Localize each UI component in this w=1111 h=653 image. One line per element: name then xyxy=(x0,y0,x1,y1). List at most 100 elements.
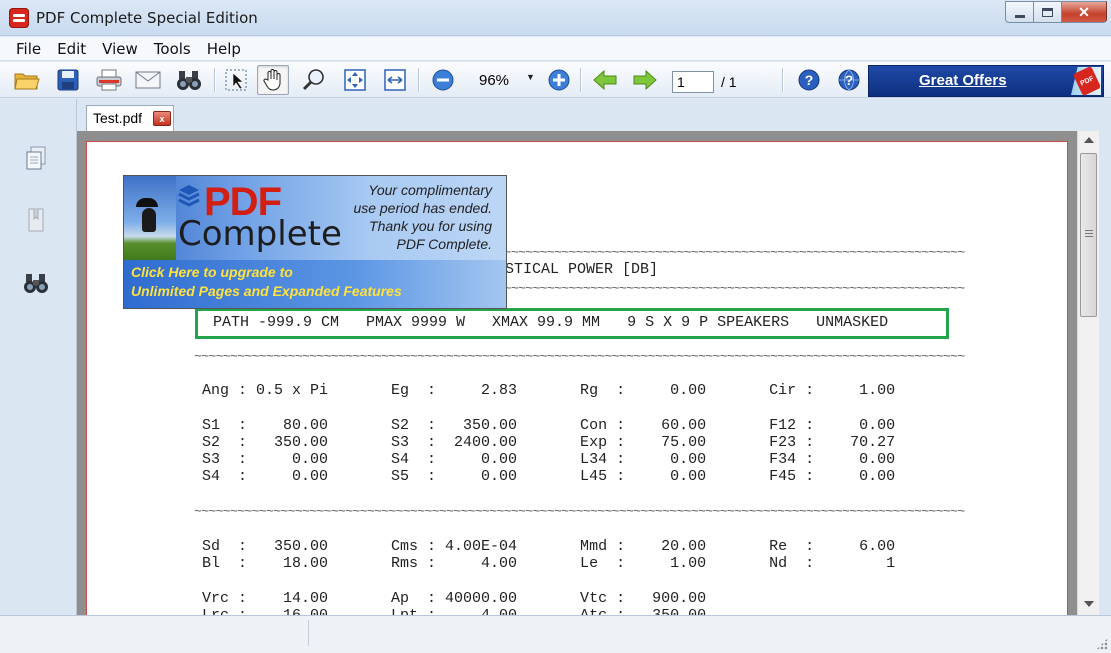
help-globe-icon: ? xyxy=(838,69,860,91)
menu-file[interactable]: File xyxy=(8,40,49,58)
printer-icon xyxy=(96,69,122,91)
tab-close-button[interactable]: x xyxy=(153,111,171,126)
heading-fragment: USTICAL POWER [DB] xyxy=(496,261,659,278)
data-row: Ang : 0.5 x Pi Eg : 2.83 Rg : 0.00 Cir :… xyxy=(202,382,896,399)
page-number-input[interactable] xyxy=(672,71,714,93)
data-row: S1 : 80.00 S2 : 350.00 Con : 60.00 F12 :… xyxy=(202,417,896,434)
menu-view[interactable]: View xyxy=(94,40,146,58)
folder-icon xyxy=(14,73,40,90)
help-icon: ? xyxy=(798,69,820,91)
menu-tools[interactable]: Tools xyxy=(146,40,199,58)
great-offers-button[interactable]: Great Offers PDF xyxy=(868,65,1104,97)
status-bar xyxy=(0,615,1111,653)
online-help-button[interactable]: ? xyxy=(833,65,865,95)
magnifier-icon xyxy=(302,69,324,91)
zoom-out-button[interactable] xyxy=(427,65,459,95)
promo-message-line: PDF Complete. xyxy=(396,236,492,252)
scroll-up-arrow-icon[interactable] xyxy=(1084,137,1094,143)
tilde-divider: ~~~~~~~~~~~~~~~~~~~~~~~~~~~~~~~~~~~~~~~~… xyxy=(194,351,965,363)
svg-text:?: ? xyxy=(845,72,854,88)
next-page-button[interactable] xyxy=(629,65,661,95)
floppy-disk-icon xyxy=(57,69,79,91)
arrow-right-icon xyxy=(633,69,657,91)
binoculars-icon xyxy=(177,71,201,90)
status-divider xyxy=(308,620,309,646)
select-text-button[interactable] xyxy=(220,65,252,95)
hand-tool-button[interactable] xyxy=(257,65,289,95)
email-button[interactable] xyxy=(132,65,164,95)
promo-message-line: Thank you for using xyxy=(369,218,492,234)
maximize-button[interactable] xyxy=(1033,1,1061,23)
toolbar-separator xyxy=(418,68,419,92)
zoom-dropdown-icon[interactable]: ▼ xyxy=(526,72,535,82)
pdf-complete-logo-icon xyxy=(178,185,200,207)
page-total: / 1 xyxy=(721,74,737,90)
print-button[interactable] xyxy=(93,65,125,95)
minus-circle-icon xyxy=(432,69,454,91)
umbrella-icon xyxy=(136,198,158,207)
navigation-panel xyxy=(0,99,77,615)
fit-page-icon xyxy=(344,69,366,91)
data-row: Vrc : 14.00 Ap : 40000.00 Vtc : 900.00 xyxy=(202,590,707,607)
save-button[interactable] xyxy=(52,65,84,95)
promo-photo xyxy=(124,176,176,260)
bookmark-icon xyxy=(28,208,44,232)
zoom-in-button[interactable] xyxy=(543,65,575,95)
promo-message-line: Your complimentary xyxy=(368,182,492,198)
resize-grip-icon[interactable] xyxy=(1096,638,1108,650)
vertical-scrollbar[interactable] xyxy=(1077,131,1099,615)
search-panel-button[interactable] xyxy=(22,269,50,297)
hand-icon xyxy=(263,69,281,91)
upgrade-link[interactable]: Click Here to upgrade to Unlimited Pages… xyxy=(131,263,402,301)
pages-icon xyxy=(26,146,46,170)
great-offers-label: Great Offers xyxy=(919,72,1007,89)
menu-bar: File Edit View Tools Help xyxy=(0,37,1111,61)
menu-help[interactable]: Help xyxy=(199,40,249,58)
data-row: S4 : 0.00 S5 : 0.00 L45 : 0.00 F45 : 0.0… xyxy=(202,468,896,485)
grip-line xyxy=(1085,233,1093,234)
data-row: S2 : 350.00 S3 : 2400.00 Exp : 75.00 F23… xyxy=(202,434,896,451)
pages-panel-button[interactable] xyxy=(22,145,50,173)
document-tab-strip: Test.pdf x xyxy=(77,99,1111,131)
maximize-icon xyxy=(1042,7,1053,17)
text-select-icon xyxy=(225,69,247,91)
upgrade-promo-banner[interactable]: PDF Complete Your complimentary use peri… xyxy=(123,175,507,309)
window-controls: ✕ xyxy=(1005,1,1107,23)
fit-width-button[interactable] xyxy=(379,65,411,95)
fit-page-button[interactable] xyxy=(339,65,371,95)
arrow-left-icon xyxy=(593,69,617,91)
close-icon: ✕ xyxy=(1078,3,1090,20)
zoom-level[interactable]: 96% xyxy=(470,72,518,89)
upgrade-link-line: Click Here to upgrade to xyxy=(131,264,293,280)
scroll-down-arrow-icon[interactable] xyxy=(1084,601,1094,607)
grip-line xyxy=(1085,236,1093,237)
close-icon: x xyxy=(159,113,165,124)
minimize-icon xyxy=(1014,14,1025,18)
close-button[interactable]: ✕ xyxy=(1061,1,1107,23)
find-button[interactable] xyxy=(173,65,205,95)
envelope-icon xyxy=(135,71,161,89)
menu-edit[interactable]: Edit xyxy=(49,40,94,58)
help-button[interactable]: ? xyxy=(793,65,825,95)
person-figure xyxy=(142,208,156,232)
data-row: Sd : 350.00 Cms : 4.00E-04 Mmd : 20.00 R… xyxy=(202,538,896,555)
promo-message: Your complimentary use period has ended.… xyxy=(312,181,492,253)
zoom-tool-button[interactable] xyxy=(298,65,330,95)
svg-text:?: ? xyxy=(805,72,814,88)
tab-test-pdf[interactable]: Test.pdf x xyxy=(86,105,174,131)
bookmarks-panel-button[interactable] xyxy=(22,206,50,234)
toolbar-separator xyxy=(782,68,783,92)
promo-message-line: use period has ended. xyxy=(353,200,492,216)
tilde-divider: ~~~~~~~~~~~~~~~~~~~~~~~~~~~~~~~~~~~~~~~~… xyxy=(194,506,965,518)
toolbar-separator xyxy=(580,68,581,92)
open-button[interactable] xyxy=(11,65,43,95)
previous-page-button[interactable] xyxy=(589,65,621,95)
minimize-button[interactable] xyxy=(1005,1,1033,23)
title-bar: PDF Complete Special Edition ✕ xyxy=(0,0,1111,36)
scrollbar-thumb[interactable] xyxy=(1080,153,1097,317)
app-icon xyxy=(9,8,29,28)
upgrade-link-line: Unlimited Pages and Expanded Features xyxy=(131,283,402,299)
pdf-page: ~~~~~~~~~~~~~~~~~~~~~~~~~~~~~~~~~~~~~~~~… xyxy=(86,141,1068,621)
window-frame-edge xyxy=(1099,99,1111,615)
data-row: Bl : 18.00 Rms : 4.00 Le : 1.00 Nd : 1 xyxy=(202,555,896,572)
